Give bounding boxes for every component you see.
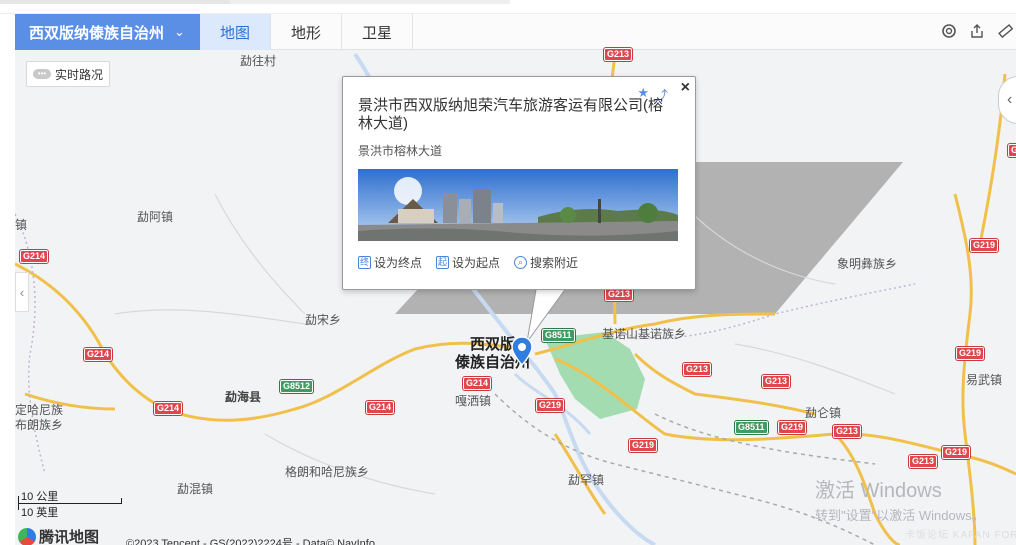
panel-collapse-left-icon[interactable]: ‹ xyxy=(15,272,29,312)
place-label: 易武镇 xyxy=(966,373,1003,387)
place-label: 勐宋乡 xyxy=(305,313,342,327)
highway-shield: G219 xyxy=(536,399,565,412)
highway-shield: G219 xyxy=(778,421,807,434)
windows-activation-watermark: 激活 Windows 转到"设置"以激活 Windows。 xyxy=(815,480,985,523)
expressway-shield: G8511 xyxy=(735,421,768,434)
place-label: 勐仑镇 xyxy=(805,406,842,420)
highway-shield: G214 xyxy=(154,402,183,415)
highway-shield: G219 xyxy=(942,446,971,459)
ruler-icon[interactable] xyxy=(996,21,1014,41)
map-toolbar: 西双版纳傣族自治州 ⌄ 地图 地形 卫星 xyxy=(15,14,1016,50)
place-label: 勐罕镇 xyxy=(568,473,605,487)
tab-map[interactable]: 地图 xyxy=(200,14,271,50)
poi-info-window: × ★ ⤴ 景洪市西双版纳旭荣汽车旅游客运有限公司(榕林大道) 景洪市榕林大道 xyxy=(342,76,696,290)
map-tools xyxy=(940,21,1014,41)
scale-bar: 10 公里 10 英里 xyxy=(18,488,122,519)
place-label: 勐往村 xyxy=(240,54,277,68)
tab-satellite[interactable]: 卫星 xyxy=(342,14,413,50)
origin-icon: 起 xyxy=(436,256,450,269)
highway-shield: G219 xyxy=(956,347,985,360)
app-root: 西双版纳傣族自治州 ⌄ 地图 地形 卫星 ••• 实时路况 ‹ ‹ 勐往村 勐阿… xyxy=(0,0,1016,545)
forum-watermark: 卡饭论坛 KAFAN FORUM xyxy=(905,530,1016,541)
search-nearby-button[interactable]: ⌕ 搜索附近 xyxy=(514,254,578,271)
browser-top-strip xyxy=(0,0,1016,14)
highway-shield: G214 xyxy=(463,377,492,390)
region-label: 西双版纳傣族自治州 xyxy=(29,24,165,42)
poi-address: 景洪市榕林大道 xyxy=(358,144,443,158)
place-label: 镇 xyxy=(15,218,28,232)
expressway-shield: G8512 xyxy=(280,380,314,393)
set-origin-button[interactable]: 起 设为起点 xyxy=(436,254,500,271)
highway-shield: G213 xyxy=(1008,144,1016,157)
destination-icon: 终 xyxy=(358,256,371,269)
traffic-label: 实时路况 xyxy=(55,67,104,82)
highway-shield: G213 xyxy=(683,363,712,376)
location-icon[interactable] xyxy=(940,21,958,41)
tencent-map-logo: 腾讯地图 xyxy=(18,526,99,545)
highway-shield: G219 xyxy=(629,439,658,452)
scale-km: 10 公里 xyxy=(21,491,59,503)
street-view-thumbnail[interactable] xyxy=(358,169,678,241)
traffic-button[interactable]: ••• 实时路况 xyxy=(26,61,111,87)
place-label: 勐阿镇 xyxy=(137,210,174,224)
place-label: 格朗和哈尼族乡 xyxy=(285,465,370,479)
place-label: 勐海县 xyxy=(225,390,262,404)
close-icon[interactable]: × xyxy=(681,79,690,97)
place-label: 嘎洒镇 xyxy=(455,394,492,408)
scale-mi: 10 英里 xyxy=(21,507,59,519)
place-label: 象明彝族乡 xyxy=(837,257,898,271)
poi-title: 景洪市西双版纳旭荣汽车旅游客运有限公司(榕林大道) xyxy=(358,97,663,132)
copyright: ©2023 Tencent - GS(2022)2224号 - Data© Na… xyxy=(126,538,375,545)
traffic-icon: ••• xyxy=(33,69,51,79)
share-icon[interactable] xyxy=(968,21,986,41)
highway-shield: G213 xyxy=(833,425,862,438)
chevron-down-icon: ⌄ xyxy=(174,24,185,39)
tencent-map-logo-icon xyxy=(18,527,36,545)
highway-shield: G213 xyxy=(604,48,633,61)
place-label: 基诺山基诺族乡 xyxy=(602,327,687,341)
highway-shield: G213 xyxy=(762,375,791,388)
search-icon: ⌕ xyxy=(514,256,528,269)
place-label: 布朗族乡 xyxy=(15,418,64,432)
location-pin-icon[interactable] xyxy=(511,336,533,366)
highway-shield: G214 xyxy=(84,348,113,361)
highway-shield: G213 xyxy=(909,455,938,468)
poi-actions: 终 设为终点 起 设为起点 ⌕ 搜索附近 xyxy=(358,254,578,271)
map-canvas[interactable]: 西双版纳傣族自治州 ⌄ 地图 地形 卫星 ••• 实时路况 ‹ ‹ 勐往村 勐阿… xyxy=(15,14,1016,545)
highway-shield: G214 xyxy=(366,401,395,414)
tab-terrain[interactable]: 地形 xyxy=(271,14,342,50)
highway-shield: G214 xyxy=(20,250,49,263)
set-destination-button[interactable]: 终 设为终点 xyxy=(358,254,422,271)
region-select[interactable]: 西双版纳傣族自治州 ⌄ xyxy=(15,14,200,50)
place-label: 勐混镇 xyxy=(177,482,214,496)
highway-shield: G219 xyxy=(970,239,999,252)
